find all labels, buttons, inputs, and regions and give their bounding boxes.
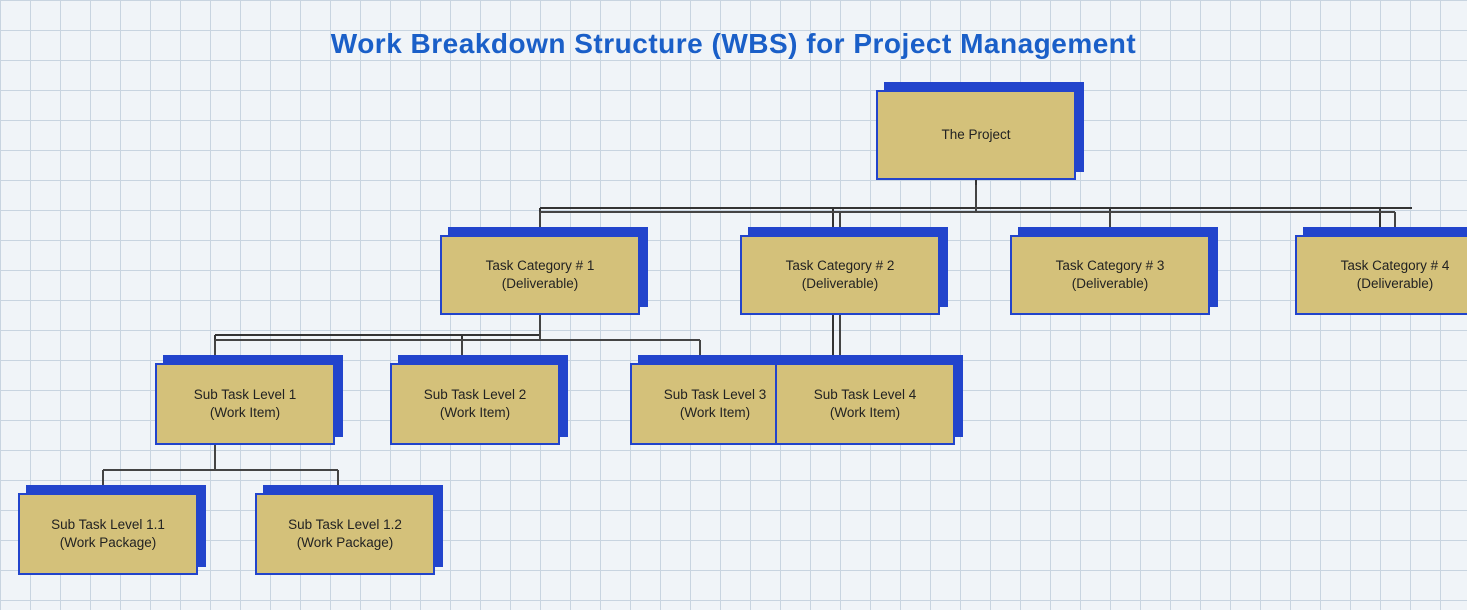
node-sub2-sub: (Work Item) (440, 404, 510, 422)
node-pkg1-label: Sub Task Level 1.1 (51, 516, 165, 534)
node-sub2-label: Sub Task Level 2 (424, 386, 527, 404)
page-title: Work Breakdown Structure (WBS) for Proje… (0, 0, 1467, 80)
node-sub3-sub: (Work Item) (680, 404, 750, 422)
node-sub4: Sub Task Level 4 (Work Item) (775, 363, 955, 445)
node-sub4-label: Sub Task Level 4 (814, 386, 917, 404)
node-sub3-label: Sub Task Level 3 (664, 386, 767, 404)
node-cat2-sub: (Deliverable) (802, 275, 879, 293)
node-pkg2-sub: (Work Package) (297, 534, 394, 552)
node-sub1: Sub Task Level 1 (Work Item) (155, 363, 335, 445)
node-cat4-sub: (Deliverable) (1357, 275, 1434, 293)
node-cat3: Task Category # 3 (Deliverable) (1010, 235, 1210, 315)
node-cat2-label: Task Category # 2 (786, 257, 895, 275)
node-cat1-sub: (Deliverable) (502, 275, 579, 293)
node-cat4: Task Category # 4 (Deliverable) (1295, 235, 1467, 315)
node-pkg1-sub: (Work Package) (60, 534, 157, 552)
node-cat4-label: Task Category # 4 (1341, 257, 1450, 275)
node-pkg2-label: Sub Task Level 1.2 (288, 516, 402, 534)
node-sub1-sub: (Work Item) (210, 404, 280, 422)
node-pkg1: Sub Task Level 1.1 (Work Package) (18, 493, 198, 575)
node-cat3-label: Task Category # 3 (1056, 257, 1165, 275)
node-cat3-sub: (Deliverable) (1072, 275, 1149, 293)
node-pkg2: Sub Task Level 1.2 (Work Package) (255, 493, 435, 575)
node-cat1-label: Task Category # 1 (486, 257, 595, 275)
node-root-label: The Project (941, 126, 1010, 144)
wbs-diagram: The Project Task Category # 1 (Deliverab… (0, 80, 1467, 600)
node-sub2: Sub Task Level 2 (Work Item) (390, 363, 560, 445)
node-sub4-sub: (Work Item) (830, 404, 900, 422)
node-cat2: Task Category # 2 (Deliverable) (740, 235, 940, 315)
node-root: The Project (876, 90, 1076, 180)
connector-lines (0, 80, 1467, 600)
node-cat1: Task Category # 1 (Deliverable) (440, 235, 640, 315)
node-sub1-label: Sub Task Level 1 (194, 386, 297, 404)
wbs-connectors (0, 80, 1467, 600)
